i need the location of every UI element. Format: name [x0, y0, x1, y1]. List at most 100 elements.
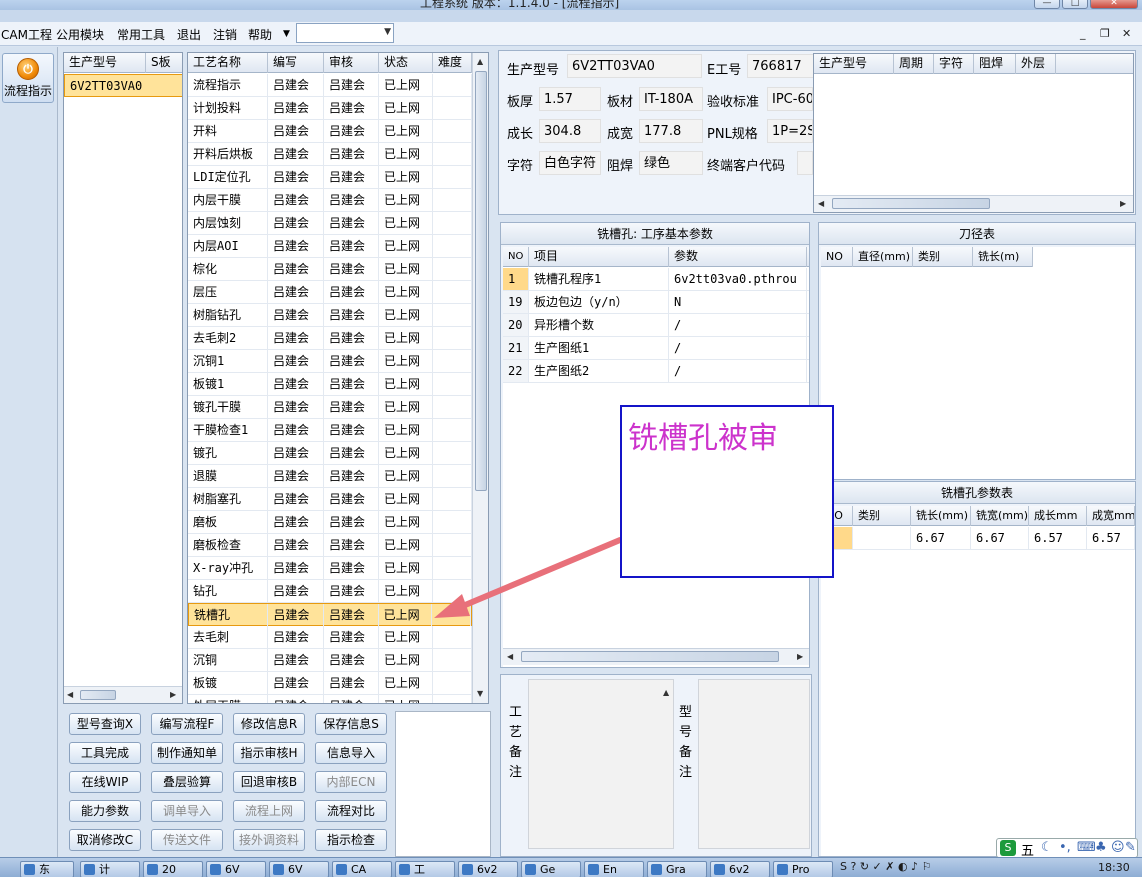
header-char[interactable]: 字符 [934, 54, 974, 74]
table-row[interactable]: 22 生产图纸2/ [503, 360, 809, 383]
taskbar-item[interactable]: En [584, 861, 644, 877]
wid-value[interactable]: 177.8 [639, 119, 703, 143]
table-row[interactable]: 开料后烘板 吕建会 吕建会 已上网 [188, 143, 472, 166]
header-difficulty[interactable]: 难度 [433, 53, 472, 73]
mdi-minimize-button[interactable]: _ [1080, 27, 1086, 40]
header-process-name[interactable]: 工艺名称 [188, 53, 268, 73]
skin-icon[interactable]: ♣ [1095, 840, 1107, 855]
header-outer[interactable]: 外层 [1016, 54, 1056, 74]
header-reviewer[interactable]: 审核 [324, 53, 379, 73]
table-row[interactable]: 内层干膜 吕建会 吕建会 已上网 [188, 189, 472, 212]
moon-icon[interactable]: ☾ [1041, 840, 1053, 855]
char-value[interactable]: 白色字符 [539, 151, 601, 175]
table-row[interactable]: 干膜检查1 吕建会 吕建会 已上网 [188, 419, 472, 442]
table-row[interactable]: 层压 吕建会 吕建会 已上网 [188, 281, 472, 304]
taskbar-item[interactable]: 工 [395, 861, 455, 877]
table-row[interactable]: 20 异形槽个数 / [503, 314, 809, 337]
header-item[interactable]: 项目 [529, 247, 669, 267]
header-mill-length[interactable]: 铣长(m) [973, 247, 1033, 267]
action-button-0-0[interactable]: 型号查询X [69, 713, 141, 735]
close-button[interactable]: ✕ [1090, 0, 1138, 9]
header-production-model[interactable]: 生产型号 [64, 53, 146, 73]
table-row[interactable]: 开料 吕建会 吕建会 已上网 [188, 120, 472, 143]
action-button-2-2[interactable]: 回退审核B [233, 771, 305, 793]
table-row[interactable]: 流程指示 吕建会 吕建会 已上网 [188, 74, 472, 97]
action-button-2-0[interactable]: 在线WIP [69, 771, 141, 793]
header-finished-width[interactable]: 成宽mm [1087, 506, 1135, 526]
action-button-4-3[interactable]: 指示检查 [315, 829, 387, 851]
action-button-4-1[interactable]: 传送文件 [151, 829, 223, 851]
action-button-3-1[interactable]: 调单导入 [151, 800, 223, 822]
table-row[interactable]: 6.67 6.67 6.57 6.57 [821, 527, 1135, 550]
header-s-board[interactable]: S板 [146, 53, 182, 73]
action-button-0-3[interactable]: 保存信息S [315, 713, 387, 735]
header-cycle[interactable]: 周期 [894, 54, 934, 74]
header-author[interactable]: 编写 [268, 53, 324, 73]
clock[interactable]: 18:30 [1098, 861, 1130, 874]
menu-combobox[interactable]: ▼ [296, 23, 394, 43]
horizontal-scrollbar[interactable]: ◀ ▶ [814, 195, 1133, 212]
start-button[interactable]: 东 [20, 861, 74, 877]
action-button-3-0[interactable]: 能力参数 [69, 800, 141, 822]
table-row[interactable]: 板镀 吕建会 吕建会 已上网 [188, 672, 472, 695]
header-type[interactable]: 类别 [853, 506, 911, 526]
table-row[interactable]: 沉铜 吕建会 吕建会 已上网 [188, 649, 472, 672]
table-row[interactable]: 树脂钻孔 吕建会 吕建会 已上网 [188, 304, 472, 327]
scroll-down-icon[interactable]: ▼ [477, 689, 483, 698]
material-value[interactable]: IT-180A [639, 87, 703, 111]
header-finished-length[interactable]: 成长mm [1029, 506, 1087, 526]
table-row[interactable]: 板镀1 吕建会 吕建会 已上网 [188, 373, 472, 396]
table-row[interactable]: LDI定位孔 吕建会 吕建会 已上网 [188, 166, 472, 189]
len-value[interactable]: 304.8 [539, 119, 601, 143]
scroll-left-icon[interactable]: ◀ [818, 199, 824, 208]
action-button-4-0[interactable]: 取消修改C [69, 829, 141, 851]
taskbar-item[interactable]: 20 [143, 861, 203, 877]
taskbar-item[interactable]: 6v2 [710, 861, 770, 877]
ime-toolbar[interactable]: S 五 ☾ •, ⌨ ♣ ☺ ✎ [996, 838, 1138, 859]
tray-icons[interactable]: S ? ↻ ✓ ✗ ◐ ♪ ⚐ [840, 860, 931, 873]
taskbar-item[interactable]: Ge [521, 861, 581, 877]
action-button-1-3[interactable]: 信息导入 [315, 742, 387, 764]
action-button-1-1[interactable]: 制作通知单 [151, 742, 223, 764]
table-row[interactable]: 内层AOI 吕建会 吕建会 已上网 [188, 235, 472, 258]
table-row[interactable]: 退膜 吕建会 吕建会 已上网 [188, 465, 472, 488]
action-button-2-3[interactable]: 内部ECN [315, 771, 387, 793]
header-no[interactable]: NO [503, 247, 529, 267]
table-row[interactable]: 计划投料 吕建会 吕建会 已上网 [188, 97, 472, 120]
action-button-0-2[interactable]: 修改信息R [233, 713, 305, 735]
menu-cam[interactable]: CAM工程 [1, 26, 52, 43]
taskbar-item[interactable]: 6V [269, 861, 329, 877]
table-row[interactable]: 6V2TT03VA0 [64, 74, 182, 97]
keyboard-icon[interactable]: ⌨ [1077, 840, 1096, 855]
header-param[interactable]: 参数 [669, 247, 807, 267]
header-type[interactable]: 类别 [913, 247, 973, 267]
taskbar-item[interactable]: 6v2 [458, 861, 518, 877]
taskbar-item[interactable]: CA [332, 861, 392, 877]
scroll-right-icon[interactable]: ▶ [1120, 199, 1126, 208]
menu-common-module[interactable]: 公用模块 [56, 26, 104, 43]
thick-value[interactable]: 1.57 [539, 87, 601, 111]
scroll-right-icon[interactable]: ▶ [170, 690, 176, 699]
horizontal-scrollbar[interactable]: ◀ ▶ [503, 648, 809, 665]
process-instruction-nav-button[interactable]: ⏻ 流程指示 [2, 53, 54, 103]
action-button-1-0[interactable]: 工具完成 [69, 742, 141, 764]
table-row[interactable]: 沉铜1 吕建会 吕建会 已上网 [188, 350, 472, 373]
table-row[interactable]: 外层干膜吕建会吕建会已上网 [188, 695, 472, 703]
header-status[interactable]: 状态 [379, 53, 433, 73]
menu-help[interactable]: 帮助 [248, 26, 272, 43]
scroll-left-icon[interactable]: ◀ [507, 652, 513, 661]
wrench-icon[interactable]: ✎ [1125, 840, 1136, 855]
table-row[interactable]: 19 板边包边（y/n） N [503, 291, 809, 314]
table-row[interactable]: 1 铣槽孔程序1 6v2tt03va0.pthrou [503, 268, 809, 291]
pnl-value[interactable]: 1P=2S [767, 119, 813, 143]
scroll-thumb[interactable] [832, 198, 990, 209]
header-mask[interactable]: 阻焊 [974, 54, 1016, 74]
minimize-button[interactable]: — [1034, 0, 1060, 9]
table-row[interactable]: 棕化 吕建会 吕建会 已上网 [188, 258, 472, 281]
scroll-up-icon[interactable]: ▲ [663, 688, 669, 697]
scroll-up-icon[interactable]: ▲ [477, 57, 483, 66]
horizontal-scrollbar[interactable]: ◀ ▶ [64, 686, 182, 703]
header-diameter[interactable]: 直径(mm) [853, 247, 913, 267]
action-button-3-3[interactable]: 流程对比 [315, 800, 387, 822]
menu-exit[interactable]: 退出 [177, 26, 201, 43]
